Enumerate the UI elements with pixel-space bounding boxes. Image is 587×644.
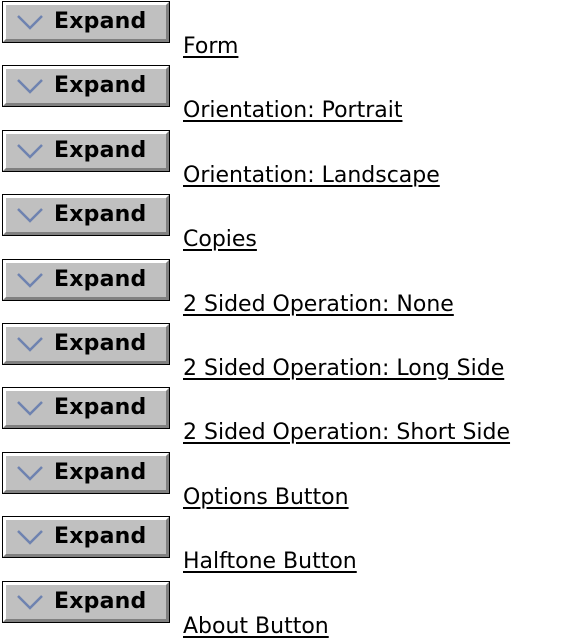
expand-button[interactable]: Expand: [2, 516, 170, 559]
chevron-down-icon: [17, 530, 43, 545]
expand-button[interactable]: Expand: [2, 322, 170, 365]
expand-button-label: Expand: [54, 330, 147, 356]
topic-link-options-button[interactable]: Options Button: [183, 485, 349, 511]
list-item: Expand 2 Sided Operation: None: [0, 258, 587, 322]
chevron-down-icon: [17, 465, 43, 481]
topic-link-2-sided-none[interactable]: 2 Sided Operation: None: [183, 292, 454, 318]
topic-link-about-button[interactable]: About Button: [183, 614, 329, 640]
list-item: Expand About Button: [0, 580, 587, 644]
expand-button[interactable]: Expand: [2, 387, 170, 430]
expand-button[interactable]: Expand: [2, 258, 170, 301]
expand-button[interactable]: Expand: [2, 451, 170, 494]
expand-button-label: Expand: [54, 266, 147, 292]
chevron-down-icon: [17, 79, 43, 95]
list-item: Expand Halftone Button: [0, 515, 587, 579]
chevron-down-icon: [17, 208, 43, 223]
topic-link-form[interactable]: Form: [183, 34, 238, 60]
list-item: Expand 2 Sided Operation: Short Side: [0, 386, 587, 450]
expand-button-label: Expand: [54, 524, 147, 550]
list-item: Expand Form: [0, 0, 587, 64]
expand-button[interactable]: Expand: [2, 580, 170, 623]
list-item: Expand Copies: [0, 193, 587, 257]
topic-link-halftone-button[interactable]: Halftone Button: [183, 549, 357, 575]
expand-button-label: Expand: [54, 588, 147, 614]
topic-link-2-sided-long-side[interactable]: 2 Sided Operation: Long Side: [183, 356, 504, 382]
chevron-down-icon: [17, 143, 43, 159]
chevron-down-icon: [17, 594, 43, 610]
expand-button[interactable]: Expand: [2, 129, 170, 172]
expand-button[interactable]: Expand: [2, 194, 170, 237]
list-item: Expand Orientation: Landscape: [0, 129, 587, 193]
chevron-down-icon: [17, 272, 43, 288]
chevron-down-icon: [17, 15, 43, 30]
list-item: Expand Options Button: [0, 451, 587, 515]
chevron-down-icon: [17, 337, 43, 352]
expand-button-label: Expand: [54, 9, 147, 34]
topic-link-orientation-portrait[interactable]: Orientation: Portrait: [183, 98, 402, 124]
list-item: Expand Orientation: Portrait: [0, 64, 587, 128]
topic-link-orientation-landscape[interactable]: Orientation: Landscape: [183, 163, 440, 189]
expand-button-label: Expand: [54, 137, 147, 163]
topic-link-2-sided-short-side[interactable]: 2 Sided Operation: Short Side: [183, 420, 510, 446]
expand-button-label: Expand: [54, 395, 147, 421]
list-item: Expand 2 Sided Operation: Long Side: [0, 322, 587, 386]
expand-button-label: Expand: [54, 202, 147, 228]
expand-button[interactable]: Expand: [2, 1, 170, 43]
chevron-down-icon: [17, 401, 43, 417]
topic-link-copies[interactable]: Copies: [183, 227, 257, 253]
expand-button-label: Expand: [54, 73, 147, 99]
expand-button-label: Expand: [54, 459, 147, 485]
expand-button[interactable]: Expand: [2, 65, 170, 108]
expandable-topic-list: Expand Form Expand Orientation: Portrait…: [0, 0, 587, 644]
